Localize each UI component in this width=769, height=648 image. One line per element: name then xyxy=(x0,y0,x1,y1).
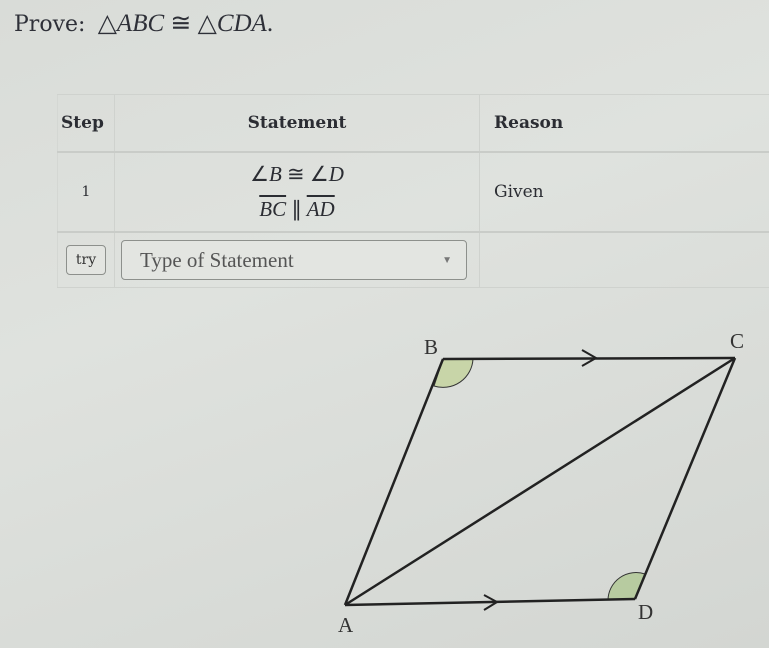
segment-bc: BC xyxy=(259,197,287,221)
prove-label: Prove: xyxy=(14,12,86,37)
congruent-symbol: ≅ xyxy=(287,162,305,186)
triangle-symbol: △ xyxy=(197,10,217,37)
vertex-label-c: C xyxy=(730,329,744,353)
try-button[interactable]: try xyxy=(65,245,107,275)
header-statement: Statement xyxy=(115,95,480,151)
angle-symbol: ∠ xyxy=(309,162,329,186)
diagonal-ac xyxy=(344,356,736,607)
parallel-symbol: ∥ xyxy=(291,197,302,221)
step-number: 1 xyxy=(57,153,115,231)
chevron-down-icon: ▼ xyxy=(442,254,452,266)
reason-input-cell xyxy=(480,233,769,287)
table-row: 1 ∠B ≅ ∠D BC ∥ AD Given xyxy=(57,153,769,233)
triangle-symbol: △ xyxy=(97,10,117,37)
table-header: Step Statement Reason xyxy=(57,94,769,153)
header-step: Step xyxy=(57,95,115,151)
side-da xyxy=(344,597,636,607)
period: . xyxy=(266,10,274,37)
triangle-abc: ABC xyxy=(116,10,165,37)
angle-d: D xyxy=(328,162,344,186)
reason-cell: Given xyxy=(494,182,544,202)
congruent-symbol: ≅ xyxy=(170,10,192,37)
angle-b: B xyxy=(268,162,282,186)
select-placeholder: Type of Statement xyxy=(140,247,294,272)
statement-cell: ∠B ≅ ∠D BC ∥ AD xyxy=(115,153,480,231)
side-bc xyxy=(442,356,736,361)
segment-ad: AD xyxy=(306,197,335,221)
triangle-cda: CDA xyxy=(216,10,267,37)
statement-segments-parallel: BC ∥ AD xyxy=(259,197,334,222)
statement-type-select[interactable]: Type of Statement ▼ xyxy=(121,240,467,280)
header-reason: Reason xyxy=(494,113,564,133)
vertex-label-d: D xyxy=(638,600,653,624)
vertex-label-a: A xyxy=(338,613,354,637)
prove-statement: Prove: △ABC ≅ △CDA. xyxy=(14,8,273,38)
parallelogram-diagram: B C D A xyxy=(338,329,744,637)
try-cell: try xyxy=(57,233,115,287)
statement-input-cell: Type of Statement ▼ xyxy=(115,233,480,287)
side-ab xyxy=(343,358,445,606)
statement-angles-congruent: ∠B ≅ ∠D xyxy=(250,162,344,187)
vertex-label-b: B xyxy=(424,335,438,359)
proof-table: Step Statement Reason 1 ∠B ≅ ∠D BC ∥ AD … xyxy=(57,94,769,288)
angle-symbol: ∠ xyxy=(250,162,269,186)
input-row: try Type of Statement ▼ xyxy=(57,233,769,288)
prove-math: △ABC ≅ △CDA. xyxy=(98,10,273,37)
angle-b-marker xyxy=(433,358,474,388)
side-cd xyxy=(633,357,737,600)
